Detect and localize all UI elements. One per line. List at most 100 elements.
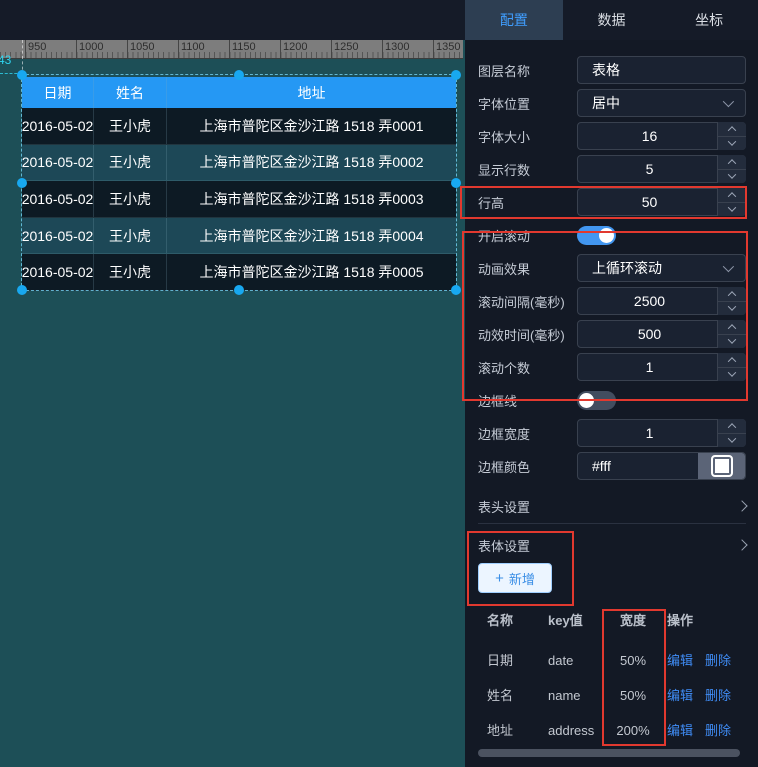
resize-handle[interactable] — [451, 70, 461, 80]
increment-button[interactable] — [718, 419, 746, 434]
tab-config[interactable]: 配置 — [465, 0, 563, 40]
ruler-label: 1350 — [436, 41, 460, 53]
decrement-button[interactable] — [718, 434, 746, 448]
col-header-op: 操作 — [667, 611, 693, 631]
decrement-button[interactable] — [718, 302, 746, 316]
edit-link[interactable]: 编辑 — [667, 721, 693, 741]
resize-handle[interactable] — [451, 178, 461, 188]
cell-key: name — [548, 686, 581, 706]
body-settings-collapse[interactable]: 表体设置 — [478, 531, 746, 559]
add-column-button[interactable]: + 新增 — [478, 563, 552, 593]
font-position-value: 居中 — [592, 93, 723, 113]
chevron-down-icon — [723, 261, 734, 272]
increment-button[interactable] — [718, 353, 746, 368]
border-color-label: 边框颜色 — [478, 457, 577, 476]
color-picker-button[interactable] — [698, 453, 745, 479]
divider — [478, 523, 746, 524]
toggle-knob — [579, 393, 594, 408]
chevron-down-icon — [728, 138, 736, 146]
decrement-button[interactable] — [718, 203, 746, 217]
resize-handle[interactable] — [234, 70, 244, 80]
delete-link[interactable]: 删除 — [705, 651, 731, 671]
body-settings-label: 表体设置 — [478, 536, 530, 555]
design-canvas[interactable]: 950 1000 1050 1100 1150 1200 1250 1300 1… — [0, 40, 465, 767]
border-color-input[interactable] — [578, 453, 698, 479]
chevron-down-icon — [723, 96, 734, 107]
increment-button[interactable] — [718, 320, 746, 335]
selection-box — [21, 74, 457, 291]
delete-link[interactable]: 删除 — [705, 721, 731, 741]
tab-data[interactable]: 数据 — [563, 0, 661, 40]
ruler-label: 1000 — [79, 41, 103, 53]
chevron-up-icon — [728, 423, 736, 431]
chevron-down-icon — [728, 171, 736, 179]
increment-button[interactable] — [718, 155, 746, 170]
increment-button[interactable] — [718, 287, 746, 302]
layer-name-label: 图层名称 — [478, 61, 577, 80]
col-header-name: 名称 — [487, 611, 513, 631]
chevron-down-icon — [728, 303, 736, 311]
edit-link[interactable]: 编辑 — [667, 651, 693, 671]
chevron-right-icon — [736, 539, 747, 550]
toggle-knob — [599, 228, 614, 243]
increment-button[interactable] — [718, 122, 746, 137]
animation-time-label: 动效时间(毫秒) — [478, 325, 577, 344]
ruler-label: 1150 — [232, 41, 256, 53]
resize-handle[interactable] — [17, 70, 27, 80]
row-height-label: 行高 — [478, 193, 577, 212]
plus-icon: + — [495, 571, 504, 586]
ruler-label: 1050 — [130, 41, 154, 53]
border-width-label: 边框宽度 — [478, 424, 577, 443]
resize-handle[interactable] — [17, 285, 27, 295]
columns-table-row: 日期 date 50% 编辑 删除 — [465, 651, 758, 671]
increment-button[interactable] — [718, 188, 746, 203]
chevron-up-icon — [728, 192, 736, 200]
animation-effect-select[interactable]: 上循环滚动 — [577, 254, 746, 282]
chevron-up-icon — [728, 159, 736, 167]
horizontal-scrollbar[interactable] — [478, 749, 740, 757]
resize-handle[interactable] — [17, 178, 27, 188]
ruler-label: 1200 — [283, 41, 307, 53]
col-header-width: 宽度 — [608, 611, 658, 631]
display-rows-label: 显示行数 — [478, 160, 577, 179]
decrement-button[interactable] — [718, 137, 746, 151]
cell-key: date — [548, 651, 573, 671]
chevron-right-icon — [736, 500, 747, 511]
columns-table-row: 地址 address 200% 编辑 删除 — [465, 721, 758, 741]
config-panel: 图层名称 字体位置 居中 字体大小 — [465, 40, 758, 767]
chevron-up-icon — [728, 291, 736, 299]
tab-coord[interactable]: 坐标 — [660, 0, 758, 40]
font-position-label: 字体位置 — [478, 94, 577, 113]
font-size-label: 字体大小 — [478, 127, 577, 146]
layer-name-input[interactable] — [577, 56, 746, 84]
enable-scroll-toggle[interactable] — [577, 226, 616, 245]
coordinate-label: 43 — [0, 53, 11, 67]
edit-link[interactable]: 编辑 — [667, 686, 693, 706]
decrement-button[interactable] — [718, 368, 746, 382]
app-window: 配置 数据 坐标 950 1000 1050 1100 1150 1200 12… — [0, 0, 758, 767]
chevron-down-icon — [728, 435, 736, 443]
cell-name: 姓名 — [487, 686, 513, 706]
ruler-label: 950 — [28, 41, 46, 53]
resize-handle[interactable] — [234, 285, 244, 295]
chevron-down-icon — [728, 336, 736, 344]
border-line-label: 边框线 — [478, 391, 577, 410]
chevron-up-icon — [728, 357, 736, 365]
header-settings-collapse[interactable]: 表头设置 — [478, 492, 746, 520]
delete-link[interactable]: 删除 — [705, 686, 731, 706]
ruler-label: 1100 — [181, 41, 205, 53]
col-header-key: key值 — [548, 611, 583, 631]
chevron-up-icon — [728, 324, 736, 332]
chevron-down-icon — [728, 204, 736, 212]
enable-scroll-label: 开启滚动 — [478, 226, 577, 245]
columns-table-row: 姓名 name 50% 编辑 删除 — [465, 686, 758, 706]
decrement-button[interactable] — [718, 170, 746, 184]
cell-width: 50% — [608, 686, 658, 706]
decrement-button[interactable] — [718, 335, 746, 349]
columns-table-header: 名称 key值 宽度 操作 — [465, 611, 758, 631]
font-position-select[interactable]: 居中 — [577, 89, 746, 117]
cell-name: 日期 — [487, 651, 513, 671]
border-line-toggle[interactable] — [577, 391, 616, 410]
resize-handle[interactable] — [451, 285, 461, 295]
header-settings-label: 表头设置 — [478, 497, 530, 516]
